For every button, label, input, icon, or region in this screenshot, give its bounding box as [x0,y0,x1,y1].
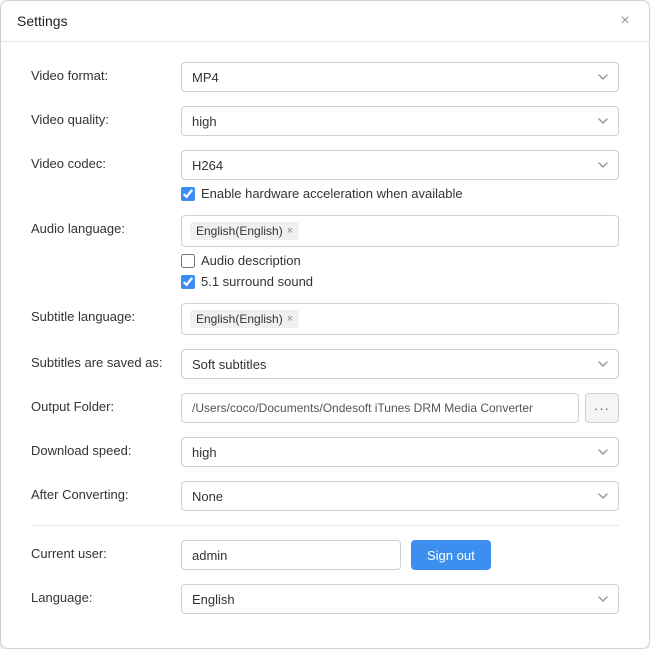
video-format-control: MP4 MKV MOV [181,62,619,92]
subtitles-saved-as-row: Subtitles are saved as: Soft subtitles H… [31,349,619,379]
subtitle-language-tag-close[interactable]: × [287,313,293,325]
settings-window: Settings × Video format: MP4 MKV MOV Vid… [0,0,650,649]
language-row: Language: English Chinese Japanese [31,584,619,614]
after-converting-row: After Converting: None Open folder Shutd… [31,481,619,511]
video-codec-select[interactable]: H264 H265 AV1 [181,150,619,180]
video-quality-control: high medium low [181,106,619,136]
video-quality-select[interactable]: high medium low [181,106,619,136]
current-user-control: Sign out [181,540,619,570]
hw-acceleration-label: Enable hardware acceleration when availa… [201,186,463,201]
sign-out-button[interactable]: Sign out [411,540,491,570]
audio-language-row: Audio language: English(English) × Audio… [31,215,619,289]
subtitle-language-label: Subtitle language: [31,303,181,324]
audio-description-checkbox[interactable] [181,254,195,268]
close-button[interactable]: × [617,13,633,29]
audio-checkboxes: Audio description 5.1 surround sound [181,253,619,289]
after-converting-select[interactable]: None Open folder Shutdown [181,481,619,511]
output-folder-row: Output Folder: ··· [31,393,619,423]
title-bar: Settings × [1,1,649,42]
divider [31,525,619,526]
audio-language-tag-input[interactable]: English(English) × [181,215,619,247]
audio-description-row: Audio description [181,253,619,268]
settings-content: Video format: MP4 MKV MOV Video quality:… [1,42,649,648]
audio-language-tag-close[interactable]: × [287,225,293,237]
download-speed-select[interactable]: high medium low [181,437,619,467]
audio-language-label: Audio language: [31,215,181,236]
audio-language-control: English(English) × Audio description 5.1… [181,215,619,289]
language-control: English Chinese Japanese [181,584,619,614]
output-folder-label: Output Folder: [31,393,181,414]
current-user-row: Current user: Sign out [31,540,619,570]
output-folder-input-row: ··· [181,393,619,423]
subtitle-language-tag: English(English) × [190,310,299,328]
current-user-input-row: Sign out [181,540,619,570]
current-user-label: Current user: [31,540,181,561]
hw-acceleration-row: Enable hardware acceleration when availa… [181,186,619,201]
subtitles-saved-as-control: Soft subtitles Hard subtitles None [181,349,619,379]
audio-language-tag: English(English) × [190,222,299,240]
audio-language-tag-text: English(English) [196,224,283,238]
video-codec-label: Video codec: [31,150,181,171]
language-select[interactable]: English Chinese Japanese [181,584,619,614]
video-quality-row: Video quality: high medium low [31,106,619,136]
surround-sound-row: 5.1 surround sound [181,274,619,289]
subtitle-language-tag-text: English(English) [196,312,283,326]
video-quality-label: Video quality: [31,106,181,127]
video-codec-row: Video codec: H264 H265 AV1 Enable hardwa… [31,150,619,201]
window-title: Settings [17,13,68,29]
subtitle-language-tag-input[interactable]: English(English) × [181,303,619,335]
download-speed-control: high medium low [181,437,619,467]
subtitle-language-control: English(English) × [181,303,619,335]
output-folder-input[interactable] [181,393,579,423]
video-codec-control: H264 H265 AV1 Enable hardware accelerati… [181,150,619,201]
output-folder-control: ··· [181,393,619,423]
after-converting-control: None Open folder Shutdown [181,481,619,511]
surround-sound-label: 5.1 surround sound [201,274,313,289]
video-format-label: Video format: [31,62,181,83]
hw-acceleration-checkbox[interactable] [181,187,195,201]
after-converting-label: After Converting: [31,481,181,502]
current-user-input[interactable] [181,540,401,570]
subtitles-saved-as-label: Subtitles are saved as: [31,349,181,370]
subtitles-saved-as-select[interactable]: Soft subtitles Hard subtitles None [181,349,619,379]
browse-button[interactable]: ··· [585,393,619,423]
download-speed-row: Download speed: high medium low [31,437,619,467]
audio-description-label: Audio description [201,253,301,268]
language-label: Language: [31,584,181,605]
surround-sound-checkbox[interactable] [181,275,195,289]
subtitle-language-row: Subtitle language: English(English) × [31,303,619,335]
video-format-select[interactable]: MP4 MKV MOV [181,62,619,92]
download-speed-label: Download speed: [31,437,181,458]
video-format-row: Video format: MP4 MKV MOV [31,62,619,92]
